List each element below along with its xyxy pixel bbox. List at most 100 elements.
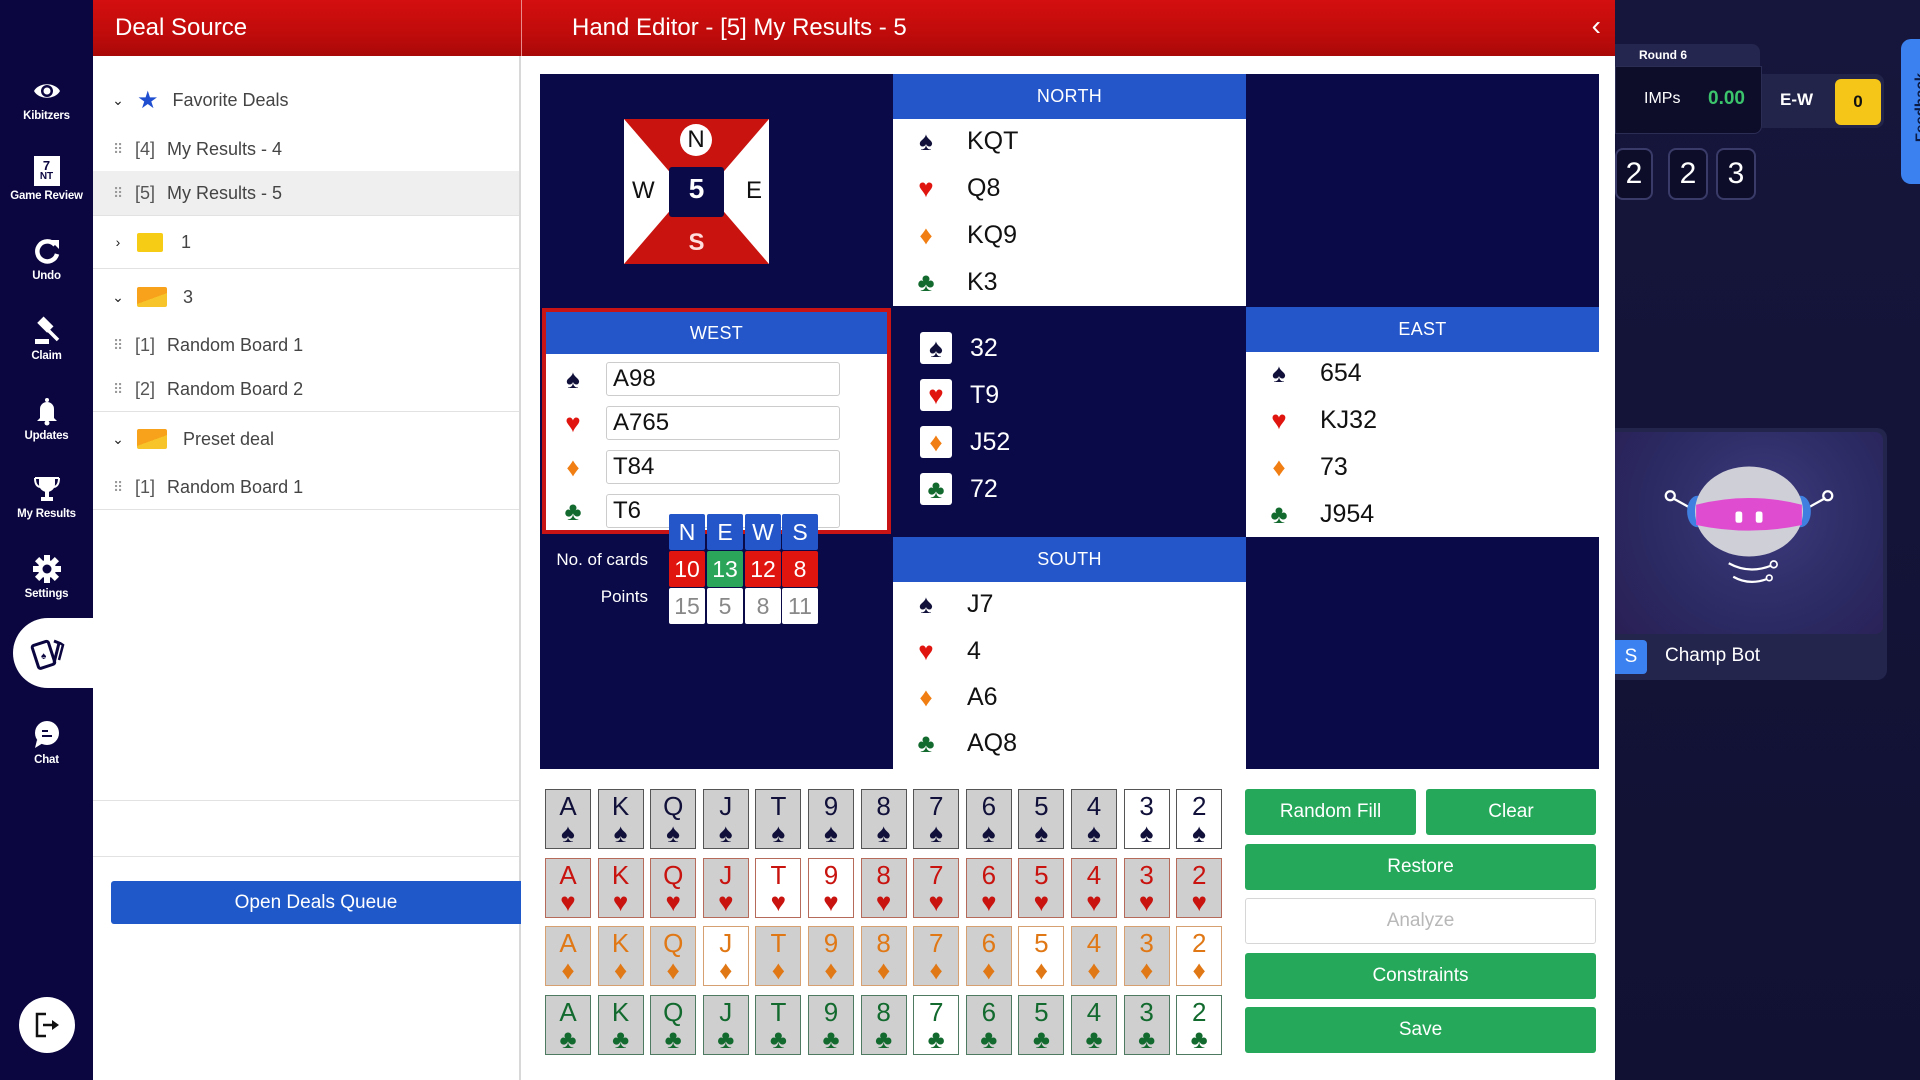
card-7-hearts[interactable]: 7 ♥ [913,857,960,918]
card-5-diamonds[interactable]: 5 ♦ [1018,926,1065,987]
west-spades-input[interactable] [606,362,840,396]
card-j-clubs[interactable]: J ♣ [702,995,749,1056]
chevron-right-icon[interactable]: › [111,234,125,250]
card-a-hearts[interactable]: A ♥ [545,857,591,918]
card-5-hearts[interactable]: 5 ♥ [1018,857,1065,918]
card-2-diamonds[interactable]: 2 ♦ [1176,926,1223,987]
card-9-hearts[interactable]: 9 ♥ [808,857,854,918]
tree-deal-item[interactable]: ⠿ [1] Random Board 1 [93,465,519,509]
constraints-button[interactable]: Constraints [1245,953,1596,999]
card-6-clubs[interactable]: 6 ♣ [965,995,1012,1056]
card-4-clubs[interactable]: 4 ♣ [1071,995,1117,1056]
card-3-clubs[interactable]: 3 ♣ [1123,995,1170,1056]
sidebar-item-claim[interactable]: Claim [0,304,93,374]
card-4-hearts[interactable]: 4 ♥ [1071,857,1117,918]
card-8-spades[interactable]: 8 ♠ [860,789,907,849]
card-3-hearts[interactable]: 3 ♥ [1123,857,1170,918]
card-8-hearts[interactable]: 8 ♥ [860,857,907,918]
west-diamonds-input[interactable] [606,450,840,484]
card-q-clubs[interactable]: Q ♣ [650,995,697,1056]
card-9-clubs[interactable]: 9 ♣ [808,995,854,1056]
sidebar-item-my-results[interactable]: My Results [0,462,93,532]
card-3-diamonds[interactable]: 3 ♦ [1123,926,1170,987]
card-rank: 3 [1139,928,1154,959]
card-q-hearts[interactable]: Q ♥ [650,857,697,918]
logout-button[interactable] [19,997,75,1053]
card-rank: 2 [1191,928,1207,959]
card-4-spades[interactable]: 4 ♠ [1071,789,1117,849]
card-a-diamonds[interactable]: A ♦ [545,926,591,987]
card-7-diamonds[interactable]: 7 ♦ [913,926,960,987]
card-9-diamonds[interactable]: 9 ♦ [808,926,854,987]
card-q-spades[interactable]: Q ♠ [650,789,697,849]
tree-deal-item[interactable]: ⠿ [1] Random Board 1 [93,323,519,367]
sidebar-item-kibitzers[interactable]: Kibitzers [0,64,93,134]
tree-group-favorite-deals[interactable]: ⌄ ★ Favorite Deals [93,78,519,122]
card-8-clubs[interactable]: 8 ♣ [860,995,907,1056]
clear-button[interactable]: Clear [1426,789,1596,835]
save-button[interactable]: Save [1245,1007,1596,1053]
chevron-down-icon[interactable]: ⌄ [111,431,125,448]
card-6-diamonds[interactable]: 6 ♦ [965,926,1012,987]
card-a-clubs[interactable]: A ♣ [545,995,591,1056]
card-rank: 8 [876,928,891,959]
west-hearts-input[interactable] [606,406,840,440]
open-deals-queue-button[interactable]: Open Deals Queue [111,881,521,924]
tree-deal-item-selected[interactable]: ⠿ [5] My Results - 5 [93,171,519,215]
sidebar-item-settings[interactable]: Settings [0,542,93,612]
card-9-spades[interactable]: 9 ♠ [808,789,854,849]
drag-handle-icon[interactable]: ⠿ [113,381,123,398]
card-j-hearts[interactable]: J ♥ [702,857,749,918]
card-t-spades[interactable]: T ♠ [755,789,802,849]
card-t-clubs[interactable]: T ♣ [755,995,802,1056]
card-t-hearts[interactable]: T ♥ [755,857,802,918]
card-2-spades[interactable]: 2 ♠ [1176,789,1223,849]
card-k-clubs[interactable]: K ♣ [597,995,644,1056]
card-t-diamonds[interactable]: T ♦ [755,926,802,987]
card-6-hearts[interactable]: 6 ♥ [965,857,1012,918]
card-3-spades[interactable]: 3 ♠ [1123,789,1170,849]
card-j-spades[interactable]: J ♠ [702,789,749,849]
card-q-diamonds[interactable]: Q ♦ [650,926,697,987]
card-7-spades[interactable]: 7 ♠ [913,789,960,849]
card-j-diamonds[interactable]: J ♦ [702,926,749,987]
tree-folder-3[interactable]: ⌄ 3 [93,275,519,319]
sidebar-item-game-review[interactable]: 7 NT Game Review [0,144,93,214]
card-2-hearts[interactable]: 2 ♥ [1176,857,1223,918]
tree-deal-item[interactable]: ⠿ [2] Random Board 2 [93,367,519,411]
drag-handle-icon[interactable]: ⠿ [113,337,123,354]
card-k-spades[interactable]: K ♠ [597,789,644,849]
holding: A6 [967,683,998,711]
drag-handle-icon[interactable]: ⠿ [113,185,123,202]
sidebar-item-hand-editor[interactable]: ♠ [13,618,93,688]
chevron-down-icon[interactable]: ⌄ [111,289,125,306]
tree-folder-preset-deal[interactable]: ⌄ Preset deal [93,417,519,461]
player-card: S Champ Bot [1615,428,1887,680]
sidebar-item-chat[interactable]: Chat [0,708,93,778]
card-8-diamonds[interactable]: 8 ♦ [860,926,907,987]
restore-button[interactable]: Restore [1245,844,1596,890]
card-4-diamonds[interactable]: 4 ♦ [1071,926,1117,987]
card-5-spades[interactable]: 5 ♠ [1018,789,1065,849]
card-7-clubs[interactable]: 7 ♣ [913,995,960,1056]
feedback-tab[interactable]: Feedback [1901,39,1920,184]
tree-folder-1[interactable]: › 1 [93,220,519,264]
chevron-left-icon[interactable]: ‹ [1592,10,1601,42]
card-5-clubs[interactable]: 5 ♣ [1018,995,1065,1056]
random-fill-button[interactable]: Random Fill [1245,789,1416,835]
spade-icon: ♠ [1034,818,1049,848]
card-2-clubs[interactable]: 2 ♣ [1176,995,1223,1056]
sidebar-item-updates[interactable]: Updates [0,384,93,454]
sidebar: Kibitzers 7 NT Game Review Undo Claim Up… [0,0,93,1080]
analyze-button[interactable]: Analyze [1245,898,1596,944]
card-k-diamonds[interactable]: K ♦ [597,926,644,987]
drag-handle-icon[interactable]: ⠿ [113,479,123,496]
club-icon: ♣ [564,495,582,526]
card-a-spades[interactable]: A ♠ [545,789,591,849]
drag-handle-icon[interactable]: ⠿ [113,141,123,158]
chevron-down-icon[interactable]: ⌄ [111,92,125,109]
card-6-spades[interactable]: 6 ♠ [965,789,1012,849]
card-k-hearts[interactable]: K ♥ [597,857,644,918]
sidebar-item-undo[interactable]: Undo [0,224,93,294]
tree-deal-item[interactable]: ⠿ [4] My Results - 4 [93,127,519,171]
